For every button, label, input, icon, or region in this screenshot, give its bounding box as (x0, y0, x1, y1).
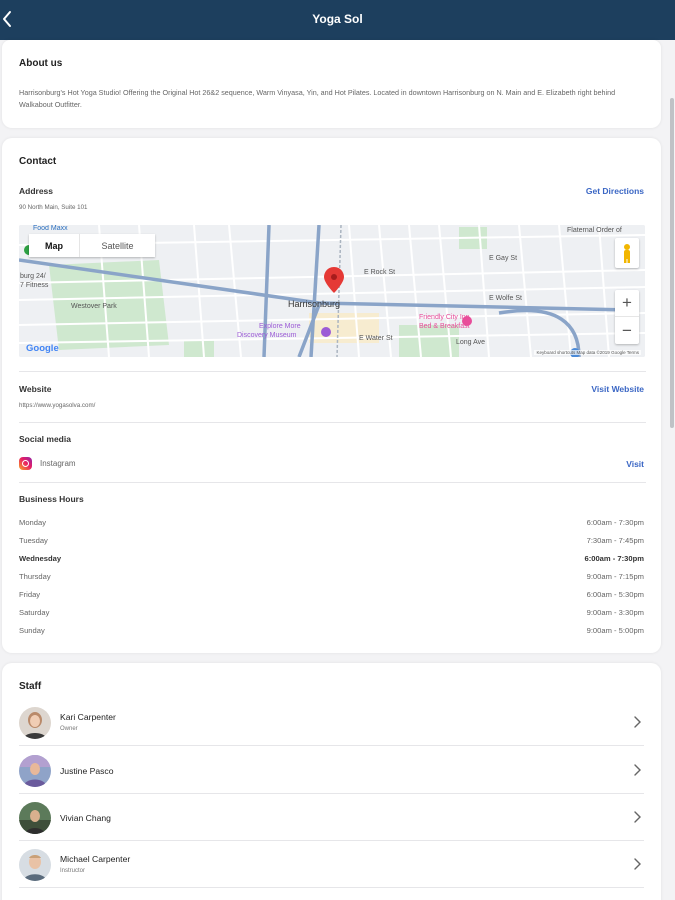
avatar-image (19, 707, 51, 739)
staff-role: Owner (60, 726, 78, 732)
hours-row-saturday: Saturday 9:00am - 3:30pm (19, 608, 644, 620)
google-logo-text: Google (26, 343, 59, 354)
scrollbar-thumb[interactable] (670, 98, 674, 428)
map-label-city: Harrisonburg (288, 299, 341, 309)
get-directions-link[interactable]: Get Directions (586, 186, 644, 196)
hours-time: 9:00am - 5:00pm (586, 626, 644, 635)
map-attribution[interactable]: Keyboard shortcuts Map data ©2019 Google… (534, 350, 641, 355)
staff-row[interactable]: Justine Pasco (19, 747, 644, 794)
divider (19, 745, 644, 746)
map-label-wolfe: E Wolfe St (489, 295, 522, 302)
map-label-museum-2: Discovery Museum (237, 332, 297, 339)
about-text: Harrisonburg's Hot Yoga Studio! Offering… (19, 88, 616, 109)
avatar (19, 755, 51, 787)
hours-time: 6:00am - 7:30pm (586, 518, 644, 527)
avatar-image (19, 755, 51, 787)
map-view[interactable]: Harrisonburg Food Maxx burg 24/ 7 Fitnes… (19, 225, 645, 357)
pegman-icon (624, 244, 630, 263)
map-label-water: E Water St (359, 335, 393, 342)
hours-day: Thursday (19, 572, 51, 581)
staff-role: Instructor (60, 868, 86, 874)
contact-card: Contact Address 90 North Main, Suite 101… (2, 138, 661, 653)
social-media-label: Social media (19, 434, 71, 444)
scrollbar-track[interactable] (661, 40, 675, 900)
website-label: Website (19, 384, 52, 394)
avatar (19, 849, 51, 881)
divider (19, 482, 646, 483)
divider (19, 887, 644, 888)
chevron-right-icon (634, 858, 641, 870)
zoom-controls: + − (615, 290, 639, 344)
hours-day: Wednesday (19, 554, 62, 563)
hours-row-wednesday: Wednesday 6:00am - 7:30pm (19, 554, 644, 566)
instagram-label: Instagram (40, 459, 76, 468)
map-option[interactable]: Map (29, 234, 79, 257)
address-value: 90 North Main, Suite 101 (19, 204, 88, 211)
hours-row-tuesday: Tuesday 7:30am - 7:45pm (19, 536, 644, 548)
divider (19, 371, 646, 372)
avatar-image (19, 849, 51, 881)
divider (19, 422, 646, 423)
about-title: About us (19, 58, 63, 69)
map-label-fitness-2: 7 Fitness (20, 282, 49, 289)
avatar (19, 707, 51, 739)
hours-row-monday: Monday 6:00am - 7:30pm (19, 518, 644, 530)
map-label-flatternal: Flaternal Order of (567, 227, 622, 234)
map-label-rock: E Rock St (364, 269, 396, 276)
map-label-park: Westover Park (71, 303, 117, 310)
hours-time: 6:00am - 5:30pm (586, 590, 644, 599)
hours-time: 6:00am - 7:30pm (584, 554, 644, 563)
hours-row-friday: Friday 6:00am - 5:30pm (19, 590, 644, 602)
hours-time: 9:00am - 7:15pm (586, 572, 644, 581)
visit-website-link[interactable]: Visit Website (591, 384, 644, 394)
staff-name: Kari Carpenter (60, 712, 116, 722)
hours-row-sunday: Sunday 9:00am - 5:00pm (19, 626, 644, 638)
about-card: About us Harrisonburg's Hot Yoga Studio!… (2, 40, 661, 128)
website-value: https://www.yogasolva.com/ (19, 402, 96, 409)
instagram-icon (19, 457, 32, 470)
staff-row[interactable]: Vivian Chang (19, 794, 644, 841)
page-title: Yoga Sol (312, 12, 363, 26)
satellite-option[interactable]: Satellite (79, 234, 155, 257)
hours-day: Monday (19, 518, 47, 527)
map-label-fitness-1: burg 24/ (20, 273, 46, 280)
zoom-out-button[interactable]: − (615, 317, 639, 344)
visit-instagram-link[interactable]: Visit (626, 459, 644, 469)
contact-title: Contact (19, 156, 57, 167)
hours-day: Sunday (19, 626, 45, 635)
map-label-inn-1: Friendly City Inn (419, 314, 470, 321)
staff-title: Staff (19, 681, 42, 692)
hours-time: 7:30am - 7:45pm (586, 536, 644, 545)
chevron-right-icon (634, 716, 641, 728)
hours-day: Friday (19, 590, 41, 599)
staff-row[interactable]: Kari Carpenter Owner (19, 699, 644, 746)
map-label-food: Food Maxx (33, 225, 68, 232)
staff-row[interactable]: Michael Carpenter Instructor (19, 841, 644, 888)
business-hours-label: Business Hours (19, 494, 84, 504)
avatar (19, 802, 51, 834)
map-label-long: Long Ave (456, 339, 486, 346)
chevron-right-icon (634, 811, 641, 823)
staff-name: Vivian Chang (60, 813, 111, 823)
avatar-image (19, 802, 51, 834)
hours-time: 9:00am - 3:30pm (586, 608, 644, 617)
hours-day: Tuesday (19, 536, 48, 545)
street-view-pegman[interactable] (615, 238, 639, 268)
google-logo: Google (26, 343, 59, 354)
map-label-museum-1: Explore More (259, 323, 301, 330)
map-label-inn-2: Bed & Breakfast (419, 323, 470, 330)
app-header: Yoga Sol (0, 0, 675, 40)
hours-day: Saturday (19, 608, 50, 617)
staff-name: Michael Carpenter (60, 854, 131, 864)
zoom-in-button[interactable]: + (615, 290, 639, 317)
address-label: Address (19, 186, 54, 196)
staff-name: Justine Pasco (60, 766, 114, 776)
chevron-right-icon (634, 764, 641, 776)
map-type-toggle[interactable]: Map Satellite (29, 234, 155, 257)
staff-card: Staff Kari Carpenter Owner Justine Pasco… (2, 663, 661, 900)
hours-row-thursday: Thursday 9:00am - 7:15pm (19, 572, 644, 584)
map-label-gay: E Gay St (489, 255, 518, 262)
